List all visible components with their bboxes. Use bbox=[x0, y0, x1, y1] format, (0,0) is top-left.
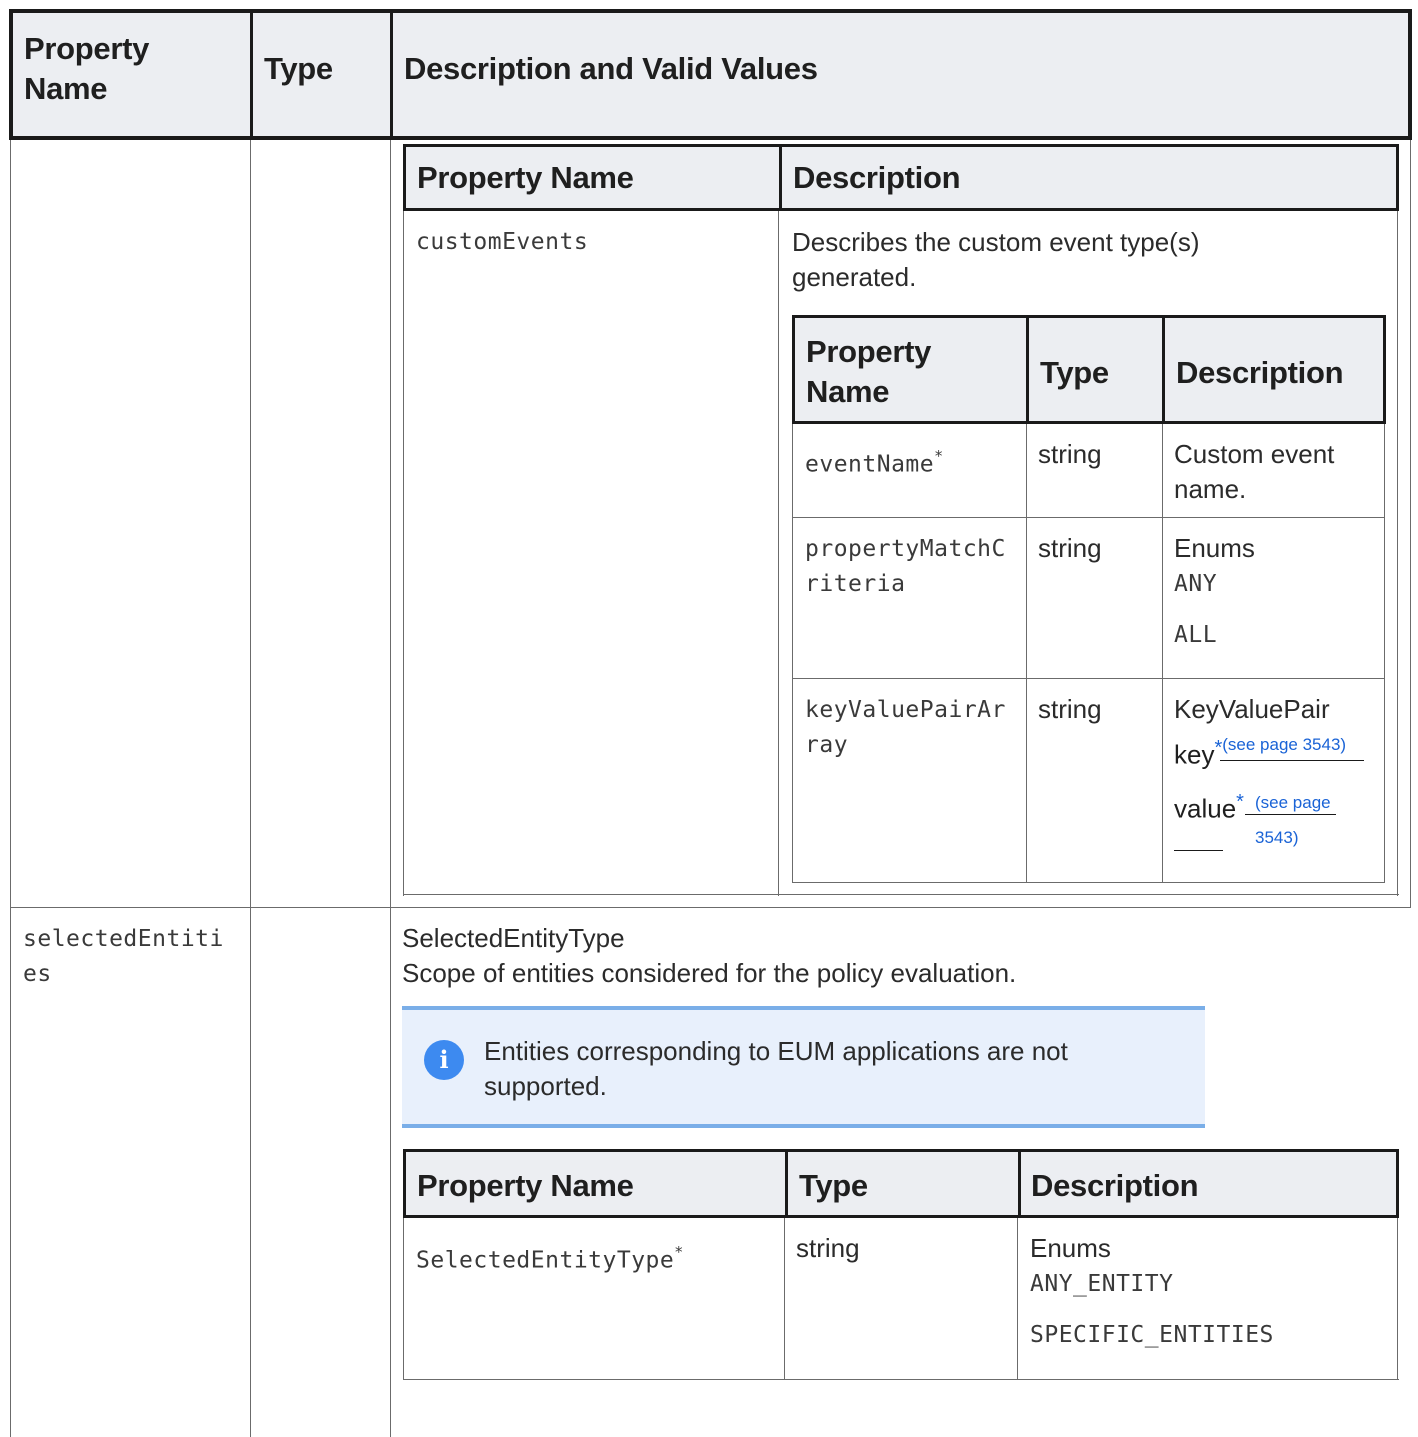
type-value: string bbox=[796, 1233, 860, 1263]
table-column-divider bbox=[1017, 1218, 1018, 1380]
header-property-name: Property Name bbox=[24, 31, 150, 106]
enum-value: ALL bbox=[1174, 622, 1218, 648]
outer-table-border bbox=[10, 140, 11, 1437]
custom-events-description: Describes the custom event type(s) gener… bbox=[792, 227, 1200, 292]
see-page-link[interactable]: (see page 3543) bbox=[1255, 793, 1331, 847]
header-divider bbox=[1162, 318, 1165, 421]
see-page-link[interactable]: (see page 3543) bbox=[1222, 735, 1346, 754]
property-event-name: eventName* bbox=[805, 441, 944, 483]
table-border bbox=[1397, 211, 1398, 896]
table-row-divider bbox=[792, 517, 1385, 518]
type-value: string bbox=[1038, 533, 1102, 563]
table-column-divider bbox=[784, 1218, 785, 1380]
value-label: value bbox=[1174, 793, 1237, 824]
key-item: key*(see page 3543) bbox=[1174, 731, 1346, 776]
property-match-criteria: propertyMatchCriteria bbox=[805, 536, 1006, 597]
outer-table-header: Property Name Type Description and Valid… bbox=[9, 9, 1412, 140]
property-name-text: eventName bbox=[805, 451, 935, 478]
header-property-name: Property Name bbox=[417, 160, 634, 195]
property-custom-events: customEvents bbox=[416, 229, 589, 255]
info-icon: i bbox=[424, 1040, 464, 1080]
header-divider bbox=[250, 13, 253, 136]
type-value: string bbox=[1038, 439, 1102, 469]
header-description: Description and Valid Values bbox=[404, 51, 818, 86]
see-page-link-wrap[interactable]: (see page 3543) bbox=[1255, 786, 1355, 856]
enum-value: ANY_ENTITY bbox=[1030, 1271, 1174, 1297]
key-label: key bbox=[1174, 739, 1215, 770]
info-note-text: Entities corresponding to EUM applicatio… bbox=[484, 1036, 1068, 1101]
table-border bbox=[792, 882, 1385, 883]
property-name-text: SelectedEntityType bbox=[416, 1247, 675, 1274]
table-border bbox=[403, 894, 1399, 895]
link-underline bbox=[1245, 814, 1336, 815]
table-column-divider bbox=[1026, 424, 1027, 883]
outer-table-border bbox=[1410, 140, 1411, 908]
header-divider bbox=[1026, 318, 1029, 421]
event-type-table-header: Property Name Type Description bbox=[792, 315, 1386, 424]
enums-label: Enums bbox=[1030, 1233, 1111, 1263]
table-border bbox=[403, 1218, 404, 1380]
header-description: Description bbox=[793, 160, 961, 195]
type-value: string bbox=[1038, 694, 1102, 724]
header-type: Type bbox=[1040, 355, 1109, 390]
enum-value: ANY bbox=[1174, 571, 1218, 597]
header-description: Description bbox=[1176, 355, 1344, 390]
table-border bbox=[1384, 424, 1385, 883]
required-marker-link[interactable]: * bbox=[1236, 791, 1244, 813]
table-column-divider bbox=[778, 211, 779, 896]
selected-entity-table-header: Property Name Type Description bbox=[403, 1149, 1399, 1218]
header-property-name: Property Name bbox=[417, 1168, 634, 1203]
enums-label: Enums bbox=[1174, 533, 1255, 563]
header-type: Type bbox=[799, 1168, 868, 1203]
table-border bbox=[792, 424, 793, 883]
header-divider bbox=[390, 13, 393, 136]
header-description: Description bbox=[1031, 1168, 1199, 1203]
enum-value: SPECIFIC_ENTITIES bbox=[1030, 1322, 1274, 1348]
property-key-value-pair-array: keyValuePairArray bbox=[805, 697, 1006, 758]
event-name-description: Custom event name. bbox=[1174, 439, 1335, 504]
property-selected-entity-type: SelectedEntityType* bbox=[416, 1237, 684, 1279]
link-underline bbox=[1174, 850, 1223, 851]
outer-table-column-divider bbox=[390, 140, 391, 1437]
table-column-divider bbox=[1162, 424, 1163, 883]
key-value-pair-label: KeyValuePair bbox=[1174, 694, 1330, 724]
outer-table-column-divider bbox=[250, 140, 251, 1437]
table-border bbox=[403, 211, 404, 896]
info-note: i Entities corresponding to EUM applicat… bbox=[402, 1006, 1205, 1128]
table-row-divider bbox=[792, 678, 1385, 679]
property-selected-entities: selectedEntities bbox=[23, 926, 224, 987]
required-marker: * bbox=[674, 1243, 684, 1261]
selected-entities-description: Scope of entities considered for the pol… bbox=[402, 958, 1017, 988]
header-divider bbox=[779, 147, 782, 208]
custom-events-table-header: Property Name Description bbox=[403, 144, 1399, 211]
outer-table-row-divider bbox=[10, 907, 1411, 908]
selected-entity-type-name: SelectedEntityType bbox=[402, 923, 625, 953]
header-divider bbox=[785, 1152, 788, 1215]
table-border bbox=[1397, 1218, 1398, 1380]
header-type: Type bbox=[264, 51, 333, 86]
value-item: value* bbox=[1174, 785, 1244, 827]
link-underline bbox=[1220, 760, 1364, 761]
header-property-name: Property Name bbox=[806, 334, 932, 409]
header-divider bbox=[1018, 1152, 1021, 1215]
table-border bbox=[403, 1379, 1399, 1380]
required-marker: * bbox=[934, 447, 944, 465]
